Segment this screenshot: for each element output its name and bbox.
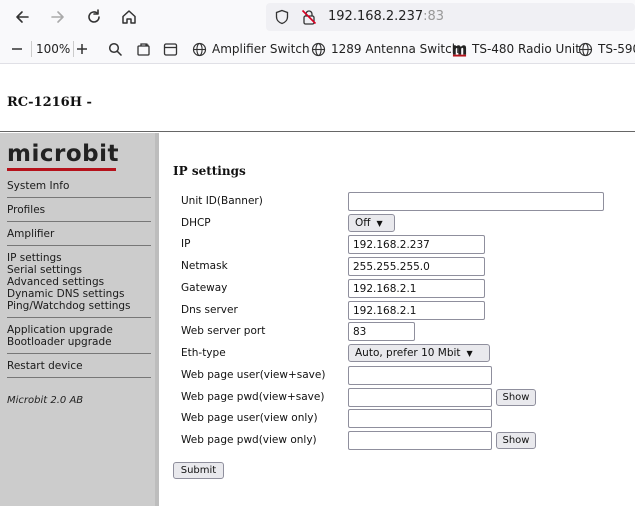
bookmark-label: TS-480 Radio Unit [472, 42, 580, 56]
browser-toolbar: 192.168.2.237:83 [0, 0, 635, 34]
divider [31, 41, 32, 57]
web-port-label: Web server port [181, 325, 266, 337]
bookmark-ts480[interactable]: TS-480 Radio Unit [452, 41, 580, 57]
sidebar-footer: Microbit 2.0 AB [7, 395, 84, 406]
sidebar: microbit System Info Profiles Amplifier … [0, 133, 159, 506]
sidebar-item-bootloader-upgrade[interactable]: Bootloader upgrade [7, 336, 112, 348]
gateway-label: Gateway [181, 282, 228, 294]
dhcp-select[interactable]: Off ▼ [348, 214, 395, 232]
dhcp-select-value: Off [355, 217, 371, 229]
header-divider [0, 131, 635, 132]
sidebar-divider [7, 353, 151, 354]
insecure-lock-icon[interactable] [300, 8, 318, 26]
bookmarks-bar: 100% Amplifier Switch 1289 Antenna Switc… [0, 34, 635, 64]
sidebar-item-system-info[interactable]: System Info [7, 180, 69, 192]
sidebar-item-restart-device[interactable]: Restart device [7, 360, 83, 372]
sidebar-item-ip-settings[interactable]: IP settings [7, 252, 62, 264]
globe-icon [311, 42, 326, 57]
show-password-view-only-button[interactable]: Show [496, 432, 536, 449]
pwd-view-save-label: Web page pwd(view+save) [181, 391, 325, 403]
forward-icon[interactable] [46, 5, 70, 29]
zoom-level[interactable]: 100% [36, 41, 70, 57]
home-icon[interactable] [117, 5, 141, 29]
sidebar-divider [7, 221, 151, 222]
bookmark-ts590[interactable]: TS-590 [578, 41, 635, 57]
sidebar-toggle-icon[interactable] [163, 41, 178, 57]
chevron-down-icon: ▼ [376, 218, 383, 228]
microbit-favicon-icon [452, 42, 467, 57]
netmask-label: Netmask [181, 260, 228, 272]
screenshot-icon[interactable] [136, 41, 151, 57]
sidebar-item-amplifier[interactable]: Amplifier [7, 228, 54, 240]
bookmark-label: 1289 Antenna Switch [331, 42, 460, 56]
zoom-out-icon[interactable] [10, 41, 24, 57]
pwd-view-only-input[interactable] [348, 431, 492, 450]
sidebar-item-dynamic-dns[interactable]: Dynamic DNS settings [7, 288, 124, 300]
bookmark-amplifier-switch[interactable]: Amplifier Switch [192, 41, 310, 57]
shield-icon[interactable] [274, 9, 290, 25]
divider [73, 41, 74, 57]
user-view-save-input[interactable] [348, 366, 492, 385]
back-icon[interactable] [10, 5, 34, 29]
sidebar-item-advanced-settings[interactable]: Advanced settings [7, 276, 104, 288]
microbit-logo: microbit [7, 141, 119, 167]
sidebar-divider [7, 377, 151, 378]
show-password-view-save-button[interactable]: Show [496, 389, 536, 406]
submit-button[interactable]: Submit [173, 462, 224, 479]
bookmark-label: Amplifier Switch [212, 42, 310, 56]
logo-underline [7, 168, 116, 171]
unit-id-label: Unit ID(Banner) [181, 195, 263, 207]
eth-type-select-value: Auto, prefer 10 Mbit [355, 347, 461, 359]
sidebar-divider [7, 317, 151, 318]
url-bar[interactable]: 192.168.2.237:83 [266, 3, 635, 31]
eth-type-select[interactable]: Auto, prefer 10 Mbit ▼ [348, 344, 490, 362]
url-port: :83 [423, 9, 445, 24]
netmask-input[interactable] [348, 257, 485, 276]
user-view-only-label: Web page user(view only) [181, 412, 318, 424]
sidebar-item-profiles[interactable]: Profiles [7, 204, 45, 216]
reload-icon[interactable] [82, 5, 106, 29]
sidebar-item-ping-watchdog[interactable]: Ping/Watchdog settings [7, 300, 131, 312]
dns-server-label: Dns server [181, 304, 238, 316]
globe-icon [578, 42, 593, 57]
gateway-input[interactable] [348, 279, 485, 298]
ip-input[interactable] [348, 235, 485, 254]
pwd-view-only-label: Web page pwd(view only) [181, 434, 317, 446]
zoom-in-icon[interactable] [75, 41, 89, 57]
eth-type-label: Eth-type [181, 347, 226, 359]
url-text: 192.168.2.237:83 [328, 9, 444, 24]
web-port-input[interactable] [348, 322, 415, 341]
pwd-view-save-input[interactable] [348, 388, 492, 407]
section-title: IP settings [173, 164, 246, 178]
sidebar-item-application-upgrade[interactable]: Application upgrade [7, 324, 113, 336]
user-view-save-label: Web page user(view+save) [181, 369, 326, 381]
globe-icon [192, 42, 207, 57]
dhcp-label: DHCP [181, 217, 211, 229]
bookmark-label: TS-590 [598, 42, 635, 56]
unit-id-input[interactable] [348, 192, 604, 211]
sidebar-divider [7, 197, 151, 198]
ip-label: IP [181, 238, 191, 250]
sidebar-divider [7, 245, 151, 246]
chevron-down-icon: ▼ [466, 348, 473, 358]
url-host: 192.168.2.237 [328, 9, 424, 24]
search-icon[interactable] [108, 41, 123, 57]
user-view-only-input[interactable] [348, 409, 492, 428]
bookmark-antenna-switch[interactable]: 1289 Antenna Switch [311, 41, 459, 57]
dns-server-input[interactable] [348, 301, 485, 320]
page-title: RC-1216H - [7, 95, 92, 110]
sidebar-item-serial-settings[interactable]: Serial settings [7, 264, 82, 276]
